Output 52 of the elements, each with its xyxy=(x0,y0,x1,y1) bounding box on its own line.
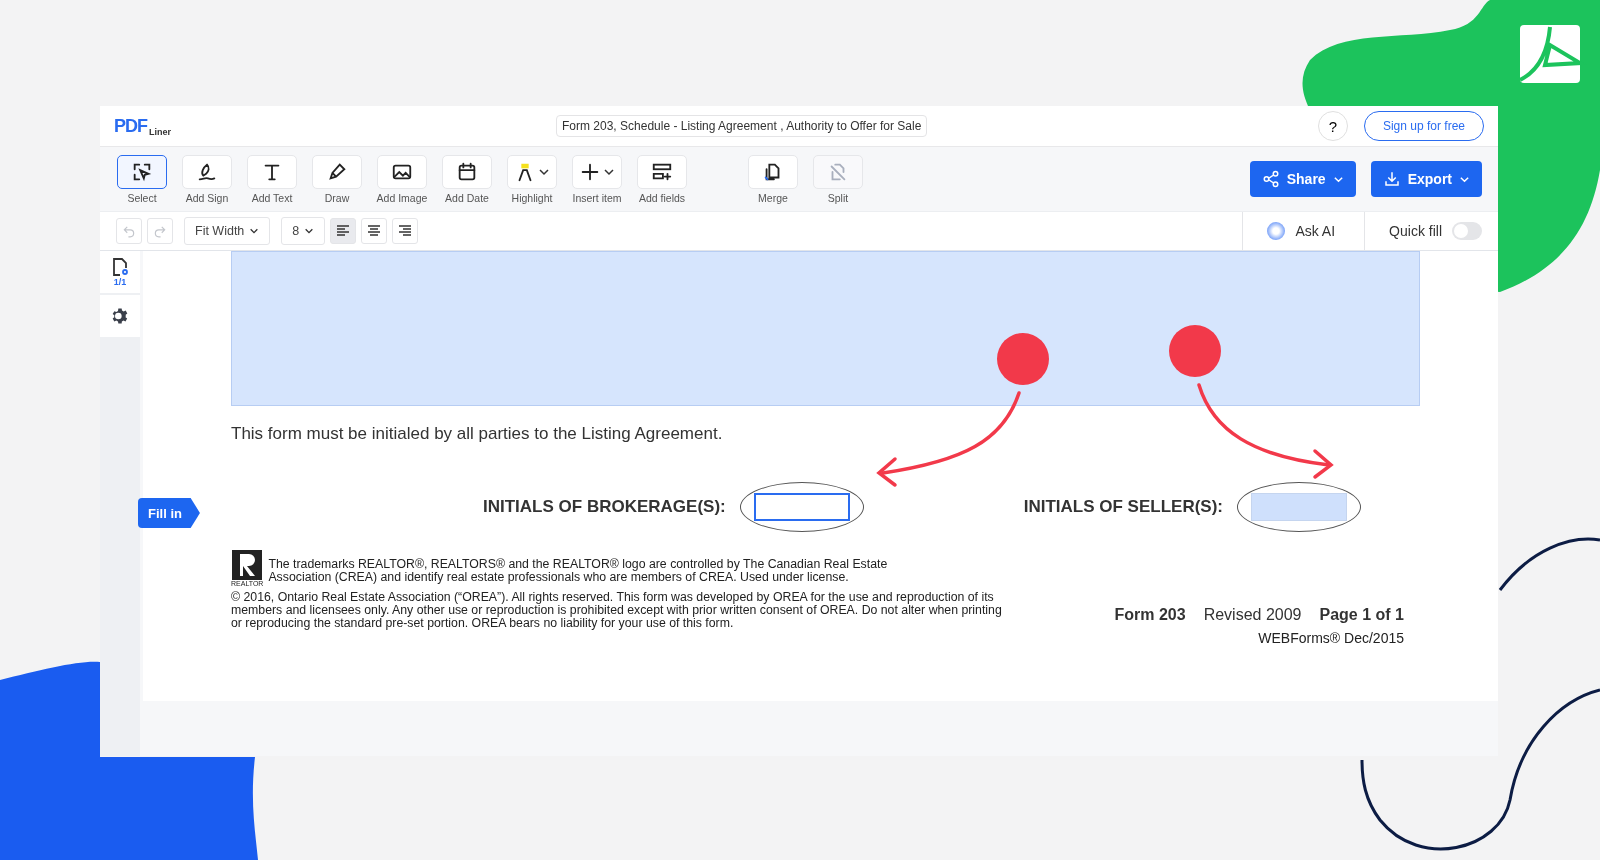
initials-label: INITIALS OF BROKERAGE(S): xyxy=(483,497,726,517)
tool-label: Select xyxy=(127,191,157,204)
tool-label: Add Date xyxy=(445,191,489,204)
action-button[interactable]: Share xyxy=(1249,161,1356,197)
align-right-icon xyxy=(398,224,413,238)
tool-label: Merge xyxy=(758,191,788,204)
tool-label: Split xyxy=(827,191,849,204)
page-icon xyxy=(111,257,129,277)
download-icon xyxy=(1382,170,1401,188)
tool-label: Highlight xyxy=(511,191,553,204)
quick-fill-label: Quick fill xyxy=(1389,223,1442,239)
settings-button[interactable] xyxy=(100,295,140,337)
tool-label: Add Image xyxy=(376,191,428,204)
undo-icon xyxy=(122,224,136,238)
tool-label: Add Text xyxy=(251,191,293,204)
date-icon xyxy=(456,160,478,183)
zoom-dropdown[interactable]: Fit Width xyxy=(184,217,271,245)
ai-orb-icon xyxy=(1267,222,1286,240)
align-left-icon xyxy=(336,224,351,238)
tool-label: Insert item xyxy=(572,191,622,204)
form-number: Form 203 xyxy=(1114,606,1186,624)
signup-button[interactable]: Sign up for free xyxy=(1363,111,1484,141)
marker-dot xyxy=(997,333,1049,385)
caret-icon xyxy=(304,226,315,236)
align-button[interactable] xyxy=(361,218,388,244)
initials-label: INITIALS OF SELLER(S): xyxy=(1023,497,1223,517)
fill-in-button[interactable]: Fill in xyxy=(138,498,200,528)
webforms-text: WEBForms® Dec/2015 xyxy=(1258,630,1404,646)
font-size-dropdown[interactable]: 8 xyxy=(281,217,326,245)
pages-button[interactable]: 1/1 xyxy=(100,251,140,293)
tool-label: Add fields xyxy=(638,191,686,204)
align-center-icon xyxy=(367,224,382,238)
trademark-text: The trademarks REALTOR®, REALTORS® and the REALTOR® logo are controlled by The Canadian Real Estate Association (CREA) and identify real estate professionals who are members of CREA. Used under license. xyxy=(268,558,889,586)
align-button[interactable] xyxy=(330,218,357,244)
page-number: Page 1 of 1 xyxy=(1319,606,1404,624)
tool-label: Add Sign xyxy=(185,191,229,204)
notice-text: This form must be initialed by all parties to the Listing Agreement. xyxy=(231,424,724,444)
document-title: Form 203, Schedule - Listing Agreement , Authority to Offer for Sale xyxy=(556,115,928,137)
redo-icon xyxy=(153,224,167,238)
copyright-text: © 2016, Ontario Real Estate Association (“OREA”). All rights reserved. This form was developed by OREA for the use and reproduction of its members and licensees only. Any other use or reproduction is prohibited except with prior written consent of OREA. Do not alter when printing or reproducing the standard pre-set portion. OREA bears no liability for your use of this form. xyxy=(231,591,1003,630)
caret-icon xyxy=(249,226,260,236)
action-button[interactable]: Export xyxy=(1370,161,1482,197)
tool-label: Draw xyxy=(324,191,350,204)
help-button[interactable]: ? xyxy=(1317,111,1348,141)
share-icon xyxy=(1261,170,1280,188)
revised-text: Revised 2009 xyxy=(1203,606,1302,624)
initials-field[interactable] xyxy=(753,493,850,521)
settings-icon xyxy=(110,306,130,326)
marker-dot xyxy=(1169,325,1221,377)
tool-button[interactable] xyxy=(117,154,167,189)
align-button[interactable] xyxy=(392,218,419,244)
quick-fill-toggle[interactable] xyxy=(1452,222,1482,240)
